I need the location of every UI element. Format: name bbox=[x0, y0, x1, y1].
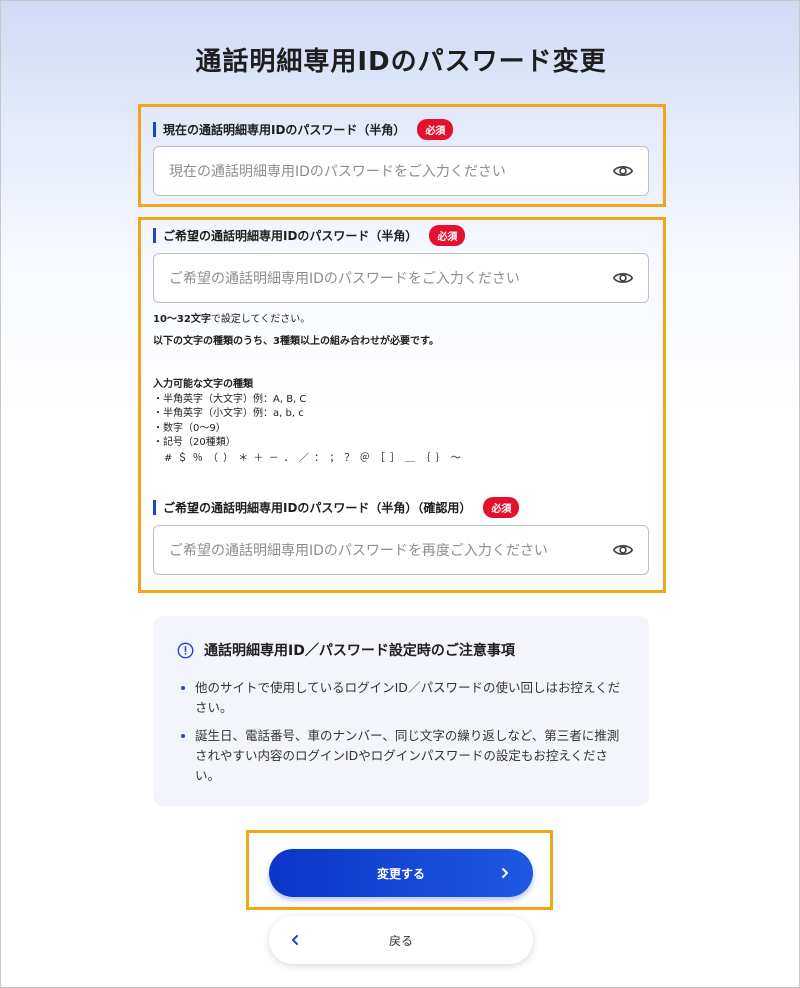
char-type-item: ・数字（0〜9） bbox=[153, 423, 226, 434]
label-accent-bar bbox=[153, 500, 156, 515]
confirm-password-input[interactable]: ご希望の通話明細専用IDのパスワードを再度ご入力ください bbox=[153, 525, 649, 575]
back-button[interactable]: 戻る bbox=[269, 916, 533, 964]
page-title: 通話明細専用IDのパスワード変更 bbox=[195, 47, 607, 77]
eye-icon[interactable] bbox=[612, 267, 634, 289]
password-rule-combo: 以下の文字の種類のうち、3種類以上の組み合わせが必要です。 bbox=[153, 336, 439, 347]
allowed-symbols: # ＄ ％ （ ） ＊ ＋ － ． ／ ： ； ？ ＠ ［ ］ ＿ ｛ ｝ ～ bbox=[153, 453, 462, 464]
info-icon bbox=[177, 642, 194, 658]
current-password-label-text: 現在の通話明細専用IDのパスワード（半角） bbox=[163, 123, 406, 137]
submit-button-label: 変更する bbox=[376, 866, 425, 881]
char-type-item: ・半角英字（小文字）例：a, b, c bbox=[153, 408, 304, 419]
required-badge: 必須 bbox=[429, 225, 466, 246]
required-badge: 必須 bbox=[483, 497, 520, 518]
back-button-label: 戻る bbox=[388, 933, 413, 948]
char-types-heading: 入力可能な文字の種類 bbox=[153, 379, 253, 390]
current-password-label: 現在の通話明細専用IDのパスワード（半角） 必須 bbox=[153, 119, 454, 140]
new-password-label: ご希望の通話明細専用IDのパスワード（半角） 必須 bbox=[153, 225, 466, 246]
notice-list: 他のサイトで使用しているログインID／パスワードの使い回しはお控えください。 誕… bbox=[181, 678, 621, 794]
required-badge: 必須 bbox=[417, 119, 454, 140]
confirm-password-placeholder: ご希望の通話明細専用IDのパスワードを再度ご入力ください bbox=[169, 543, 548, 559]
notice-item: 誕生日、電話番号、車のナンバー、同じ文字の繰り返しなど、第三者に推測されやすい内… bbox=[181, 726, 621, 786]
label-accent-bar bbox=[153, 228, 156, 243]
char-type-item: ・半角英字（大文字）例：A, B, C bbox=[153, 394, 307, 405]
label-accent-bar bbox=[153, 122, 156, 137]
new-password-placeholder: ご希望の通話明細専用IDのパスワードをご入力ください bbox=[169, 271, 520, 287]
eye-icon[interactable] bbox=[612, 160, 634, 182]
notice-item: 他のサイトで使用しているログインID／パスワードの使い回しはお控えください。 bbox=[181, 678, 621, 718]
new-password-input[interactable]: ご希望の通話明細専用IDのパスワードをご入力ください bbox=[153, 253, 649, 303]
notice-box: 通話明細専用ID／パスワード設定時のご注意事項 他のサイトで使用しているログイン… bbox=[153, 616, 649, 806]
new-password-label-text: ご希望の通話明細専用IDのパスワード（半角） bbox=[163, 229, 418, 243]
notice-heading: 通話明細専用ID／パスワード設定時のご注意事項 bbox=[204, 643, 515, 659]
current-password-input[interactable]: 現在の通話明細専用IDのパスワードをご入力ください bbox=[153, 146, 649, 196]
current-password-placeholder: 現在の通話明細専用IDのパスワードをご入力ください bbox=[169, 164, 506, 180]
password-rule-length: 10〜32文字で設定してください。 bbox=[153, 313, 310, 328]
confirm-password-label-text: ご希望の通話明細専用IDのパスワード（半角）（確認用） bbox=[163, 501, 472, 515]
notice-header: 通話明細専用ID／パスワード設定時のご注意事項 bbox=[177, 640, 515, 660]
eye-icon[interactable] bbox=[612, 539, 634, 561]
chevron-left-icon bbox=[292, 935, 298, 945]
char-type-item: ・記号（20種類） bbox=[153, 437, 236, 448]
submit-button[interactable]: 変更する bbox=[269, 849, 533, 897]
chevron-right-icon bbox=[502, 868, 508, 878]
confirm-password-label: ご希望の通話明細専用IDのパスワード（半角）（確認用） 必須 bbox=[153, 497, 520, 518]
rule-length-rest: で設定してください。 bbox=[210, 314, 311, 325]
rule-length-bold: 10〜32文字 bbox=[153, 314, 211, 325]
